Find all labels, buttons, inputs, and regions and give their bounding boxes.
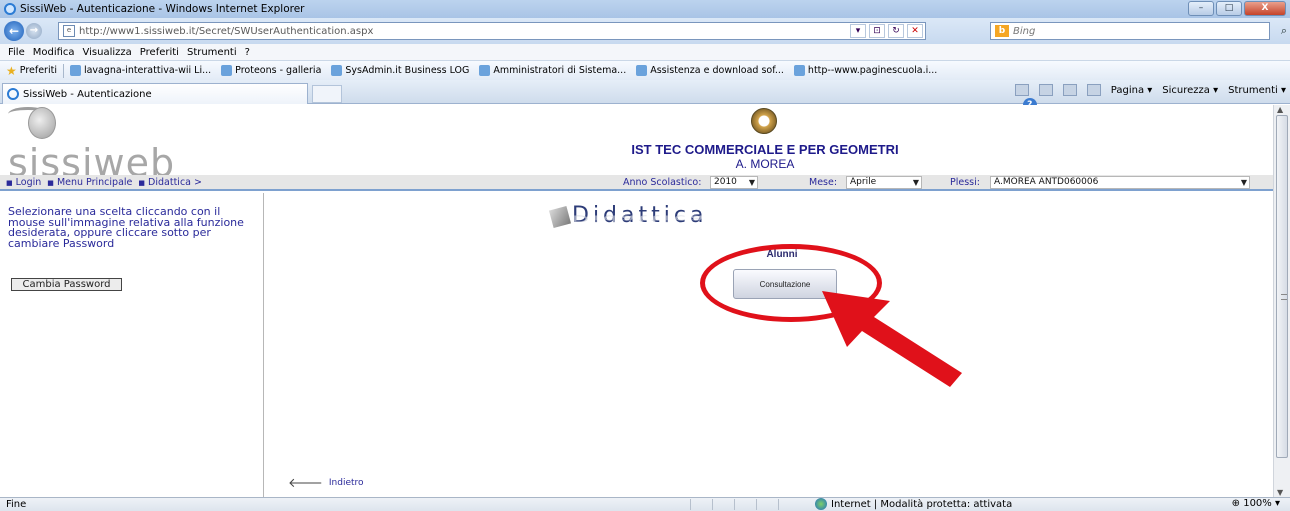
search-input[interactable]: b Bing ⌕ (990, 22, 1287, 40)
breadcrumb: ■ Login ■ Menu Principale ■ Didattica > … (0, 175, 1273, 191)
left-panel: Selezionare una scelta cliccando con il … (0, 193, 264, 497)
stop-icon[interactable]: ✕ (907, 24, 923, 38)
status-bar: Fine Internet | Modalità protetta: attiv… (0, 497, 1290, 511)
search-icon[interactable]: ⌕ (1281, 24, 1287, 38)
favorite-item[interactable]: Amministratori di Sistema... (479, 65, 626, 76)
mese-label: Mese: (809, 177, 838, 188)
search-placeholder: Bing (1013, 25, 1036, 37)
window-title: SissiWeb - Autenticazione - Windows Inte… (20, 3, 305, 15)
favorite-item[interactable]: Assistenza e download sof... (636, 65, 784, 76)
school-subtitle: A. MOREA (735, 157, 795, 171)
minimize-button[interactable]: – (1188, 1, 1214, 16)
menu-help[interactable]: ? (245, 47, 250, 58)
new-tab-button[interactable] (312, 85, 342, 103)
window-controls: – □ X (1188, 1, 1286, 16)
security-zone[interactable]: Internet | Modalità protetta: attivata (815, 498, 1012, 510)
dropdown-icon[interactable]: ▾ (850, 24, 866, 38)
favorite-item[interactable]: SysAdmin.it Business LOG (331, 65, 469, 76)
page-icon: e (63, 25, 75, 37)
print-icon[interactable] (1086, 84, 1101, 96)
maximize-button[interactable]: □ (1216, 1, 1242, 16)
mese-select[interactable]: Aprile ▼ (846, 176, 922, 189)
scroll-up-icon[interactable]: ▲ (1277, 105, 1283, 114)
url-field[interactable]: e http://www1.sissiweb.it/Secret/SWUserA… (58, 22, 926, 40)
ie-logo-icon (4, 3, 16, 15)
back-arrow-icon: 🡐 (288, 476, 323, 491)
forward-button[interactable]: → (26, 23, 42, 39)
menu-sicurezza[interactable]: Sicurezza ▾ (1162, 85, 1218, 96)
favorites-star-icon[interactable]: ★ (6, 64, 17, 78)
ie-tab-icon (7, 88, 19, 100)
scroll-thumb[interactable] (1276, 115, 1288, 458)
globe-icon (69, 65, 81, 76)
menu-bar: File Modifica Visualizza Preferiti Strum… (0, 44, 1290, 60)
menu-pagina[interactable]: Pagina ▾ (1111, 85, 1153, 96)
favorite-item[interactable]: http--www.paginescuola.i... (793, 65, 937, 76)
favorites-bar: ★ Preferiti lavagna-interattiva-wii Li..… (0, 60, 1290, 80)
tab-sissiweb[interactable]: SissiWeb - Autenticazione (2, 83, 308, 104)
scroll-down-icon[interactable]: ▼ (1277, 488, 1283, 497)
zoom-control[interactable]: ⊕ 100% ▾ (1232, 498, 1280, 509)
refresh-icon[interactable]: ↻ (888, 24, 904, 38)
address-bar: ← → e http://www1.sissiweb.it/Secret/SWU… (0, 18, 1290, 44)
command-bar: Pagina ▾ Sicurezza ▾ Strumenti ▾ ? (1014, 84, 1286, 112)
home-icon[interactable] (1014, 84, 1029, 96)
plessi-label: Plessi: (950, 177, 980, 188)
close-button[interactable]: X (1244, 1, 1286, 16)
school-name: IST TEC COMMERCIALE E PER GEOMETRI (631, 142, 899, 157)
ie-page-icon (479, 65, 491, 76)
favorite-item[interactable]: lavagna-interattiva-wii Li... (69, 65, 211, 76)
menu-file[interactable]: File (8, 47, 25, 58)
logo-ball-icon (28, 107, 56, 139)
indietro-link[interactable]: 🡐 Indietro (288, 475, 364, 491)
compatibility-icon[interactable]: ⊡ (869, 24, 885, 38)
anno-label: Anno Scolastico: (623, 177, 702, 188)
ie-page-icon (793, 65, 805, 76)
crumb-didattica[interactable]: ■ Didattica > (138, 177, 202, 188)
divider (62, 63, 64, 78)
help-text: Selezionare una scelta cliccando con il … (8, 205, 244, 250)
page-icon (221, 65, 233, 76)
ie-page-icon (636, 65, 648, 76)
mail-icon[interactable] (1062, 84, 1077, 96)
tab-label: SissiWeb - Autenticazione (23, 88, 152, 100)
status-text: Fine (6, 499, 27, 510)
pencil-icon (548, 205, 572, 229)
status-cells (690, 499, 798, 510)
crumb-login[interactable]: ■ Login (6, 177, 41, 188)
vertical-scrollbar[interactable]: ▲ ▼ (1273, 105, 1290, 497)
tab-bar: SissiWeb - Autenticazione Pagina ▾ Sicur… (0, 80, 1290, 112)
internet-globe-icon (815, 498, 827, 510)
crumb-menu-principale[interactable]: ■ Menu Principale (47, 177, 132, 188)
grip-icon (1281, 294, 1287, 300)
site-header: sissiweb IST TEC COMMERCIALE E PER GEOME… (0, 105, 1273, 185)
favorites-button[interactable]: Preferiti (20, 65, 57, 76)
window-titlebar: SissiWeb - Autenticazione - Windows Inte… (0, 0, 1290, 18)
bing-icon: b (995, 25, 1009, 37)
menu-preferiti[interactable]: Preferiti (140, 47, 179, 58)
page-content: sissiweb IST TEC COMMERCIALE E PER GEOME… (0, 105, 1273, 497)
menu-visualizza[interactable]: Visualizza (83, 47, 132, 58)
menu-modifica[interactable]: Modifica (33, 47, 75, 58)
feeds-icon[interactable] (1038, 84, 1053, 96)
back-button[interactable]: ← (4, 21, 24, 41)
red-arrow-icon (822, 291, 962, 387)
republic-emblem-icon (751, 108, 777, 134)
cambia-password-button[interactable]: Cambia Password (11, 278, 122, 291)
plessi-select[interactable]: A.MOREA ANTD060006 ▼ (990, 176, 1250, 189)
anno-select[interactable]: 2010 ▼ (710, 176, 758, 189)
section-title-reflection: Didattica (572, 213, 708, 223)
favorite-item[interactable]: Proteons - galleria (221, 65, 321, 76)
menu-strumenti[interactable]: Strumenti (187, 47, 237, 58)
sa-icon (331, 65, 343, 76)
menu-strumenti-cmd[interactable]: Strumenti ▾ (1228, 85, 1286, 96)
url-text: http://www1.sissiweb.it/Secret/SWUserAut… (79, 25, 374, 37)
